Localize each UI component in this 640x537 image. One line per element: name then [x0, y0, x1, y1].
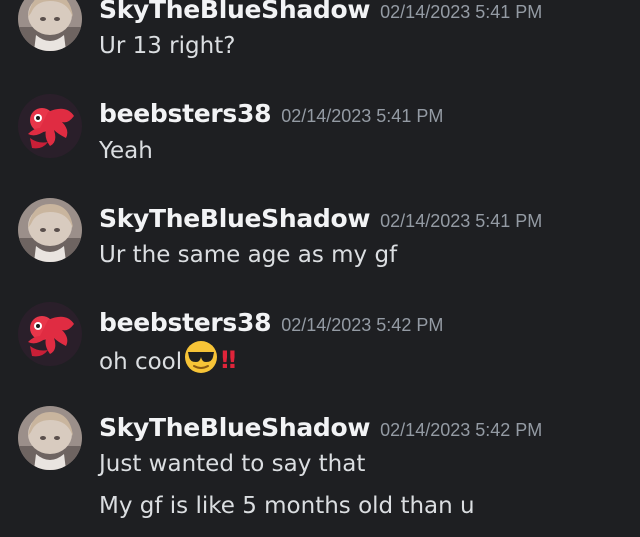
message-header: SkyTheBlueShadow 02/14/2023 5:42 PM [99, 415, 542, 440]
avatar[interactable] [18, 406, 82, 470]
username[interactable]: beebsters38 [99, 99, 272, 128]
sky-avatar-image [18, 0, 82, 51]
timestamp: 02/14/2023 5:41 PM [380, 211, 543, 231]
avatar[interactable] [18, 198, 82, 262]
sunglasses-emoji-icon [184, 340, 218, 379]
message-header: beebsters38 02/14/2023 5:42 PM [99, 310, 443, 335]
timestamp: 02/14/2023 5:42 PM [281, 315, 444, 335]
username[interactable]: SkyTheBlueShadow [99, 413, 370, 442]
message-text: Yeah [99, 138, 153, 164]
avatar[interactable] [18, 302, 82, 366]
sky-avatar-image [18, 198, 82, 262]
message-text-content: oh cool [99, 349, 183, 375]
avatar[interactable] [18, 94, 82, 158]
timestamp: 02/14/2023 5:42 PM [380, 420, 543, 440]
username[interactable]: SkyTheBlueShadow [99, 204, 370, 233]
message-header: SkyTheBlueShadow 02/14/2023 5:41 PM [99, 0, 542, 22]
sky-avatar-image [18, 406, 82, 470]
message-header: SkyTheBlueShadow 02/14/2023 5:41 PM [99, 206, 542, 231]
message-text: Just wanted to say that [99, 451, 366, 477]
message-text: Ur 13 right? [99, 33, 236, 59]
message-text: Ur the same age as my gf [99, 242, 398, 268]
message-text: My gf is like 5 months old than u [99, 493, 475, 519]
timestamp: 02/14/2023 5:41 PM [281, 106, 444, 126]
beeb-avatar-image [18, 302, 82, 366]
username[interactable]: SkyTheBlueShadow [99, 0, 370, 24]
double-exclamation-emoji-icon: ‼ [221, 345, 236, 374]
timestamp: 02/14/2023 5:41 PM [380, 2, 543, 22]
beeb-avatar-image [18, 94, 82, 158]
avatar[interactable] [18, 0, 82, 51]
message-header: beebsters38 02/14/2023 5:41 PM [99, 101, 443, 126]
username[interactable]: beebsters38 [99, 308, 272, 337]
message-text: oh cool ‼ [99, 341, 236, 379]
